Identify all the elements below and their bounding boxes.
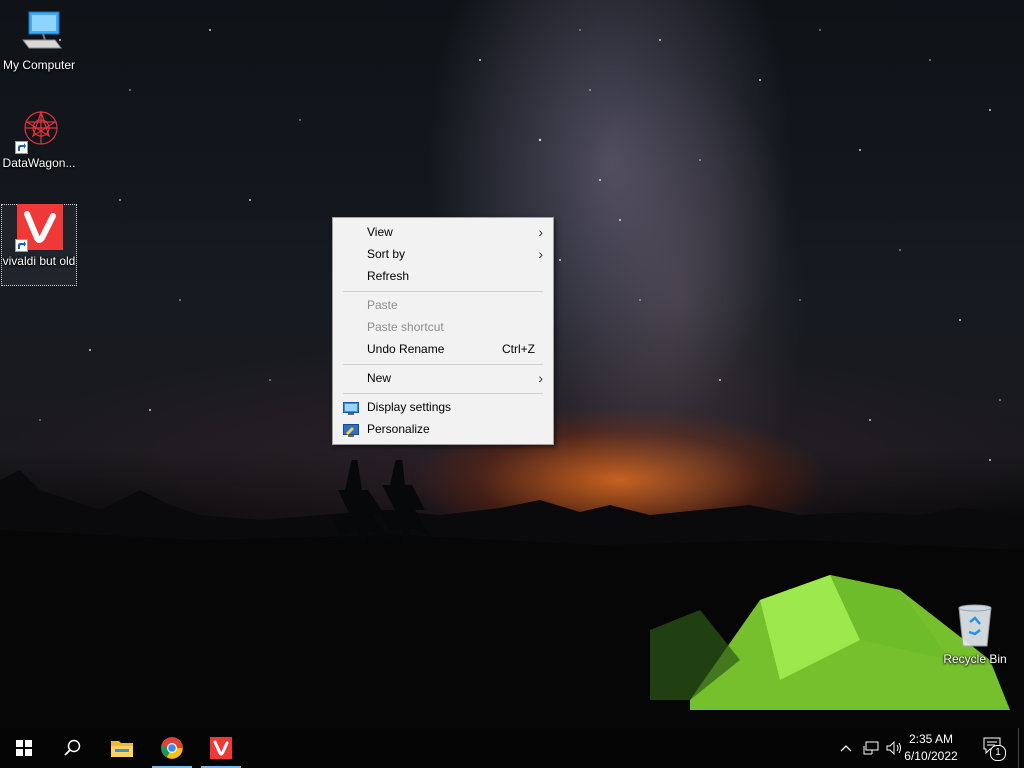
menu-item-label: Undo Rename [367,342,445,356]
display-settings-icon [343,400,359,415]
shortcut-arrow-icon [15,141,28,154]
menu-item-label: Personalize [367,422,430,436]
desktop-icon-label: My Computer [2,58,76,72]
my-computer-icon-item[interactable]: My Computer [1,8,77,78]
menu-item-label: Sort by [367,247,406,261]
menu-item-sort-by[interactable]: Sort by › [333,243,553,265]
clock-time: 2:35 AM [908,732,954,746]
shortcut-arrow-icon [15,239,28,252]
menu-item-personalize[interactable]: Personalize [333,418,553,440]
chevron-right-icon: › [538,246,543,262]
mountain-silhouette [0,460,1024,728]
recycle-bin-icon [951,602,999,650]
notification-center-button[interactable]: 1 [978,736,1008,761]
vivaldi-icon [15,204,63,252]
datawagon-logo-icon [15,106,63,154]
menu-item-label: Refresh [367,269,410,283]
notification-badge: 1 [990,745,1006,761]
chevron-right-icon: › [538,370,543,386]
network-icon[interactable] [861,738,881,758]
vivaldi-taskbar-button[interactable] [197,728,245,768]
menu-item-label: Display settings [367,400,452,414]
datawagon-shortcut[interactable]: DataWagon... [1,106,77,176]
chrome-button[interactable] [148,728,196,768]
clock-date: 6/10/2022 [904,749,958,763]
recycle-bin-item[interactable]: Recycle Bin [937,602,1013,672]
desktop-icon-label: DataWagon... [2,156,76,170]
menu-item-new[interactable]: New › [333,367,553,389]
desktop-context-menu: View › Sort by › Refresh Paste Paste sho… [332,217,554,445]
system-clock[interactable]: 2:35 AM 6/10/2022 [896,731,966,765]
start-button[interactable] [0,728,48,768]
folder-icon [111,741,133,757]
menu-separator [343,364,543,365]
menu-item-paste: Paste [333,294,553,316]
menu-item-label: Paste [367,298,398,312]
menu-item-view[interactable]: View › [333,221,553,243]
menu-item-label: Paste shortcut [367,320,444,334]
windows-logo-icon [16,740,32,756]
menu-separator [343,393,543,394]
chrome-icon [161,737,183,759]
show-desktop-button[interactable] [1018,728,1024,768]
chevron-up-icon[interactable] [838,738,854,758]
file-explorer-button[interactable] [98,728,146,768]
chevron-right-icon: › [538,224,543,240]
menu-item-label: View [367,225,393,239]
computer-icon [15,8,63,56]
menu-item-label: New [367,371,392,385]
keyboard-shortcut-label: Ctrl+Z [502,342,535,356]
vivaldi-shortcut[interactable]: vivaldi but old [1,204,77,286]
menu-item-paste-shortcut: Paste shortcut [333,316,553,338]
desktop-icon-label: Recycle Bin [943,652,1007,666]
menu-item-refresh[interactable]: Refresh [333,265,553,287]
menu-separator [343,291,543,292]
vivaldi-icon [210,737,232,759]
menu-item-display-settings[interactable]: Display settings [333,396,553,418]
search-icon [64,739,81,756]
menu-item-undo-rename[interactable]: Undo Rename Ctrl+Z [333,338,553,360]
desktop-icon-label: vivaldi but old [2,254,76,268]
personalize-icon [343,422,359,437]
search-button[interactable] [48,728,96,768]
taskbar: 2:35 AM 6/10/2022 1 [0,728,1024,768]
